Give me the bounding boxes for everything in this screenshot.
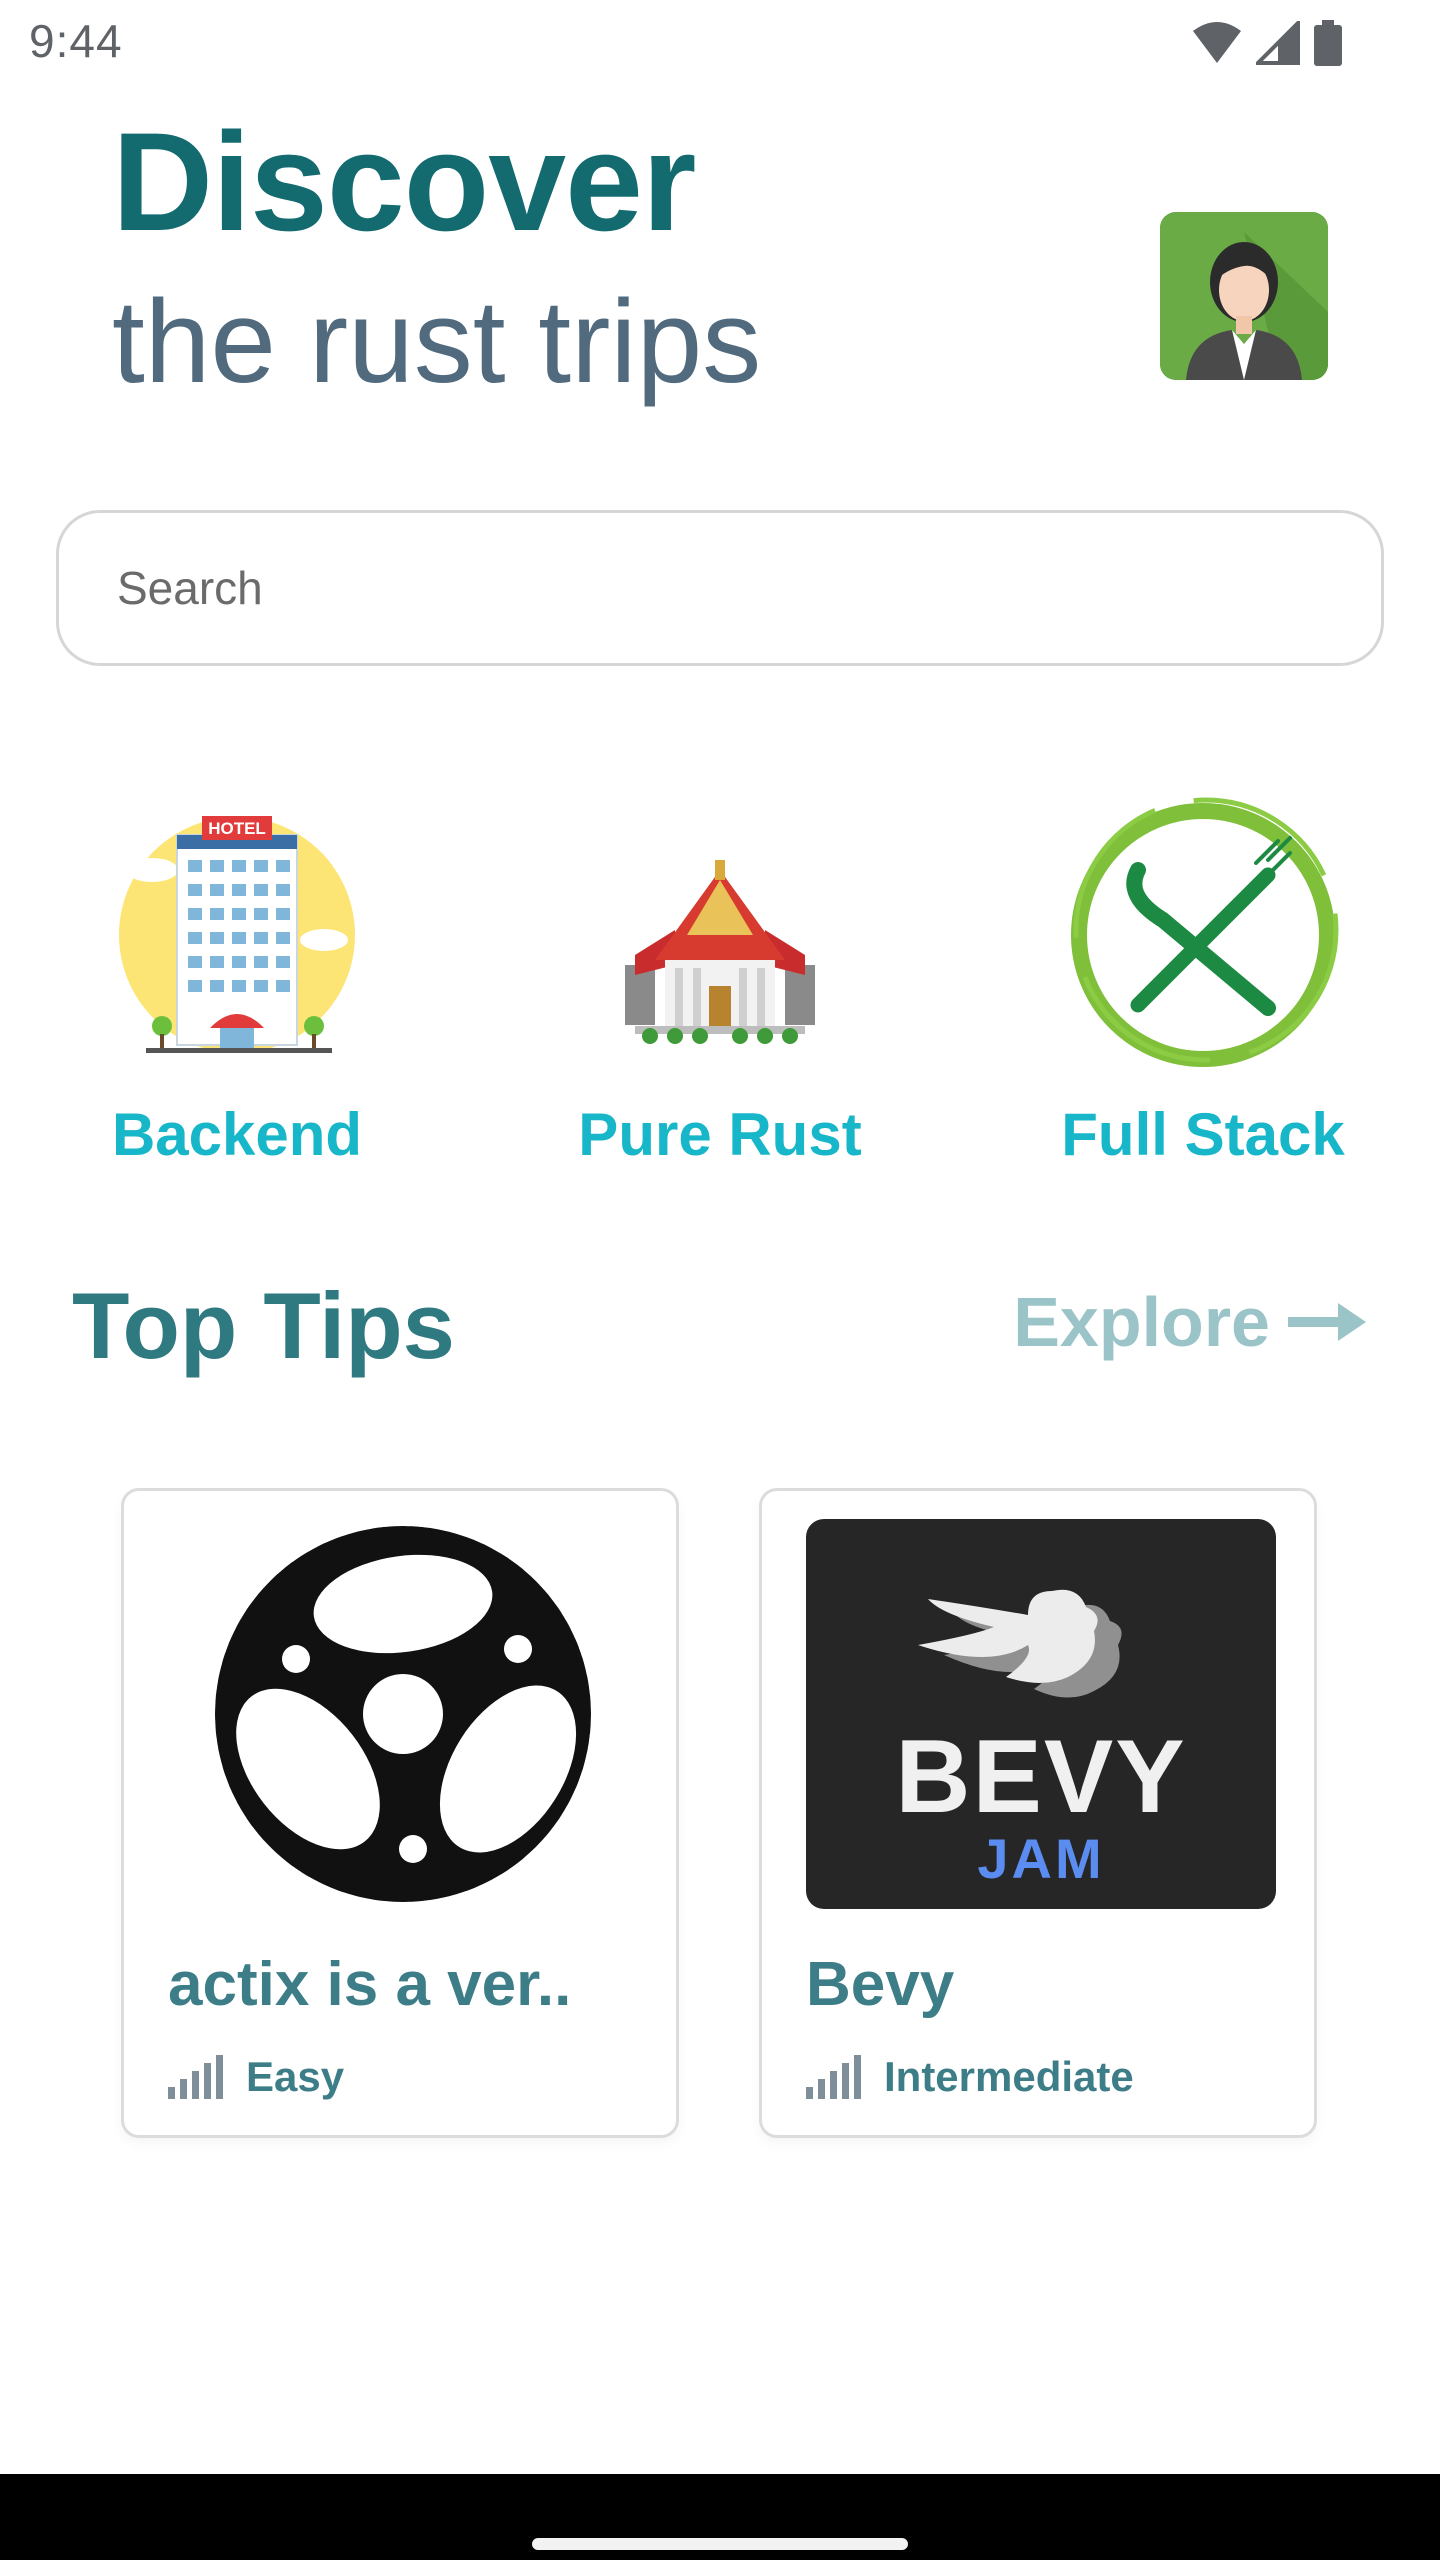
explore-label: Explore [1013,1283,1270,1361]
card-level: Intermediate [806,2053,1134,2101]
search-box[interactable] [56,510,1384,666]
status-icons [1192,20,1342,66]
category-label: Backend [111,1101,363,1168]
bevy-jam-text: JAM [977,1827,1105,1890]
header: Discover the rust trips [112,112,761,412]
signal-bars-icon [168,2055,223,2099]
category-label: Full Stack [1061,1101,1345,1168]
card-title: actix is a ver.. [168,1950,572,2019]
avatar[interactable] [1160,212,1328,380]
card-level-label: Easy [246,2053,345,2100]
home-gesture-handle[interactable] [532,2538,908,2550]
category-backend[interactable]: HOTEL Backend [57,790,417,1190]
category-full-stack[interactable]: Full Stack [1023,790,1383,1190]
user-avatar-icon [1160,212,1328,380]
battery-icon [1314,20,1342,66]
page-subtitle: the rust trips [112,276,762,408]
category-pure-rust[interactable]: Pure Rust [540,790,900,1190]
svg-text:HOTEL: HOTEL [208,819,266,838]
card-level-label: Intermediate [884,2053,1134,2100]
hotel-icon: HOTEL [119,816,355,1053]
status-bar: 9:44 [0,0,1440,84]
card-image [168,1519,638,1909]
bevy-logo-text: BEVY [895,1719,1187,1835]
cellular-signal-icon [1256,21,1300,65]
status-time: 9:44 [29,15,123,67]
card-image: BEVY JAM [806,1519,1276,1909]
signal-bars-icon [806,2055,861,2099]
explore-link[interactable]: Explore [1013,1282,1368,1362]
categories: HOTEL Backend Pure Rust Full Stack [0,790,1440,1190]
fork-knife-icon [1071,797,1339,1067]
category-label: Pure Rust [578,1101,862,1168]
arrow-right-icon [1288,1303,1366,1341]
card-title: Bevy [806,1950,955,2019]
section-title-top-tips: Top Tips [72,1273,455,1378]
card-level: Easy [168,2053,344,2101]
tip-card-actix[interactable]: actix is a ver.. Easy [121,1488,679,2138]
tip-card-bevy[interactable]: BEVY JAM Bevy Intermediate [759,1488,1317,2138]
wifi-icon [1193,22,1241,63]
search-input[interactable] [117,513,1317,663]
temple-icon [625,860,815,1044]
actix-logo-icon [199,1519,607,1909]
page-title: Discover [112,103,696,260]
